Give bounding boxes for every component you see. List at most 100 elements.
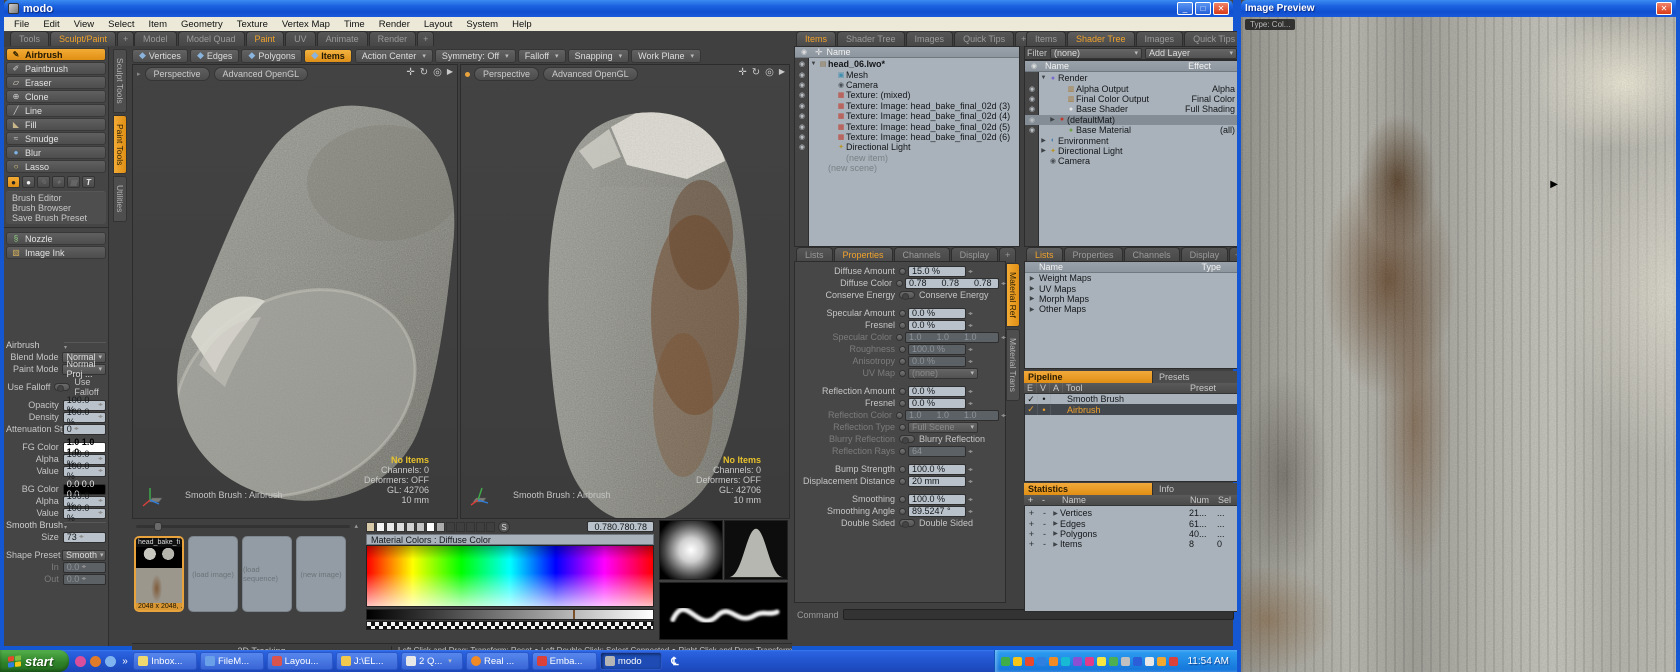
tool-button[interactable]: Image Ink bbox=[6, 246, 106, 259]
statistics-header[interactable]: Statistics bbox=[1024, 483, 1152, 495]
color-swatch[interactable] bbox=[426, 522, 435, 532]
expander-icon[interactable]: ▶ bbox=[1051, 530, 1060, 537]
info-header[interactable]: Info bbox=[1152, 483, 1240, 495]
visible-dot-icon[interactable]: • bbox=[1038, 405, 1051, 415]
add-icon[interactable]: + bbox=[1025, 529, 1038, 539]
channel-icon[interactable] bbox=[899, 424, 906, 431]
remove-icon[interactable]: - bbox=[1038, 529, 1051, 539]
enable-check-icon[interactable]: ✓ bbox=[1025, 394, 1038, 405]
clip-scroll-slider[interactable] bbox=[136, 525, 350, 528]
eye-icon[interactable] bbox=[795, 123, 809, 131]
tool-button[interactable]: Line bbox=[6, 104, 106, 117]
statistics-row[interactable]: + - ▶ Edges 61... ... bbox=[1025, 518, 1239, 528]
taskbar-task-button[interactable]: FileM... ▾ bbox=[200, 652, 264, 670]
texture-preview-image[interactable]: Type: Col... ▶ bbox=[1241, 17, 1676, 672]
tree-row[interactable]: Texture: Image: head_bake_final_02d (6) bbox=[795, 132, 1019, 142]
color-swatch[interactable] bbox=[416, 522, 425, 532]
eye-icon[interactable] bbox=[795, 143, 809, 151]
menu-item[interactable]: Vertex Map bbox=[276, 19, 336, 30]
value-gradient-slider[interactable] bbox=[366, 609, 654, 620]
tree-row[interactable]: Texture: Image: head_bake_final_02d (4) bbox=[795, 111, 1019, 121]
channel-icon[interactable] bbox=[899, 370, 906, 377]
tray-icon[interactable] bbox=[1085, 657, 1094, 666]
tab[interactable]: + bbox=[117, 31, 134, 46]
tool-button[interactable]: Lasso bbox=[6, 160, 106, 173]
image-clip[interactable]: head_bake_fi ... 2048 x 2048, ... bbox=[134, 536, 184, 612]
channel-icon[interactable] bbox=[896, 412, 903, 419]
tray-icon[interactable] bbox=[1121, 657, 1130, 666]
tab[interactable]: Items bbox=[796, 31, 836, 46]
saturation-button[interactable]: S bbox=[498, 521, 510, 533]
brush-mode-button[interactable] bbox=[22, 176, 35, 188]
taskbar-task-button[interactable]: modo ▾ bbox=[600, 652, 662, 670]
value-field[interactable]: 100.0 %◂▸ bbox=[63, 412, 106, 423]
add-icon[interactable]: + bbox=[1025, 539, 1038, 549]
pan-icon[interactable]: ✛ bbox=[738, 67, 746, 78]
expander-icon[interactable]: ▶ bbox=[1039, 147, 1048, 154]
tab[interactable]: Animate bbox=[317, 31, 368, 46]
eye-icon[interactable] bbox=[1025, 116, 1039, 124]
value-field[interactable]: 0◂▸ bbox=[63, 424, 106, 435]
tray-icon[interactable] bbox=[1145, 657, 1154, 666]
expander-icon[interactable]: ▶ bbox=[1039, 137, 1048, 144]
tree-row[interactable]: Camera bbox=[795, 80, 1019, 90]
channel-icon[interactable] bbox=[899, 268, 906, 275]
expander-icon[interactable]: ▶ bbox=[1025, 295, 1039, 302]
sidebar-link[interactable]: Save Brush Preset bbox=[6, 213, 106, 223]
toolbar-dropdown[interactable]: Symmetry: Off▾ bbox=[435, 49, 516, 63]
camera-selector[interactable]: Perspective bbox=[474, 67, 539, 81]
statistics-row[interactable]: + - ▶ Polygons 40... ... bbox=[1025, 529, 1239, 539]
close-button[interactable]: ✕ bbox=[1213, 2, 1229, 15]
quick-launch-icon[interactable] bbox=[105, 656, 116, 667]
vertical-tab[interactable]: Paint Tools bbox=[113, 115, 127, 174]
minimize-button[interactable]: _ bbox=[1177, 2, 1193, 15]
color-swatch[interactable] bbox=[366, 522, 375, 532]
viewport-left[interactable]: ▸ Perspective Advanced OpenGL ✛↻◎▶ bbox=[132, 64, 458, 519]
taskbar-task-button[interactable]: J:\EL... ▾ bbox=[336, 652, 398, 670]
value-field[interactable]: 20 mm bbox=[908, 476, 966, 487]
shader-tree-row[interactable]: Final Color Output Final Color bbox=[1025, 94, 1239, 104]
tray-icon[interactable] bbox=[1025, 657, 1034, 666]
menu-item[interactable]: System bbox=[460, 19, 504, 30]
remove-icon[interactable]: - bbox=[1038, 539, 1051, 549]
add-layer-dropdown[interactable]: Add Layer▾ bbox=[1145, 48, 1237, 59]
eye-icon[interactable] bbox=[795, 102, 809, 110]
tool-button[interactable]: Airbrush bbox=[6, 48, 106, 61]
channel-icon[interactable] bbox=[899, 448, 906, 455]
dropdown-field[interactable]: (none)▾ bbox=[908, 368, 978, 379]
channel-icon[interactable] bbox=[899, 322, 906, 329]
tab[interactable]: Display bbox=[951, 247, 999, 262]
expander-icon[interactable]: ▶ bbox=[1051, 541, 1060, 548]
value-field[interactable]: 64 bbox=[908, 446, 966, 457]
zoom-icon[interactable]: ◎ bbox=[433, 67, 442, 78]
presets-header[interactable]: Presets bbox=[1152, 371, 1240, 383]
shader-tree-row[interactable]: ▶ Directional Light bbox=[1025, 146, 1239, 156]
tool-button[interactable]: Blur bbox=[6, 146, 106, 159]
toolbar-dropdown[interactable]: Falloff▾ bbox=[518, 49, 566, 63]
menu-item[interactable]: Geometry bbox=[175, 19, 229, 30]
pipeline-header[interactable]: Pipeline bbox=[1024, 371, 1152, 383]
vertical-tab[interactable]: Material Ref bbox=[1006, 263, 1020, 327]
channel-icon[interactable] bbox=[899, 388, 906, 395]
eye-icon[interactable] bbox=[1025, 105, 1039, 113]
tab[interactable]: + bbox=[999, 247, 1016, 262]
remove-icon[interactable]: - bbox=[1038, 519, 1051, 529]
selection-mode-button[interactable]: Vertices bbox=[132, 49, 188, 63]
add-icon[interactable]: ✛ bbox=[815, 47, 823, 58]
channel-icon[interactable] bbox=[899, 508, 906, 515]
title-bar[interactable]: Image Preview ✕ bbox=[1241, 0, 1676, 17]
shader-tree-row[interactable]: ▶ Environment bbox=[1025, 135, 1239, 145]
menu-item[interactable]: Time bbox=[338, 19, 371, 30]
channel-icon[interactable] bbox=[896, 334, 903, 341]
toolbar-dropdown[interactable]: Work Plane▾ bbox=[631, 49, 701, 63]
tab[interactable]: Lists bbox=[1026, 247, 1063, 262]
brush-mode-button[interactable] bbox=[7, 176, 20, 188]
rock-model-right[interactable] bbox=[461, 65, 790, 519]
eye-icon[interactable] bbox=[795, 133, 809, 141]
add-icon[interactable]: + bbox=[1025, 508, 1038, 518]
dropdown-field[interactable]: Normal Proj ...▾ bbox=[62, 364, 106, 375]
shader-tree-row[interactable]: ▼ Render bbox=[1025, 73, 1239, 83]
tool-button[interactable]: Clone bbox=[6, 90, 106, 103]
image-clip[interactable]: (new image) bbox=[296, 536, 346, 612]
add-icon[interactable]: + bbox=[1025, 519, 1038, 529]
